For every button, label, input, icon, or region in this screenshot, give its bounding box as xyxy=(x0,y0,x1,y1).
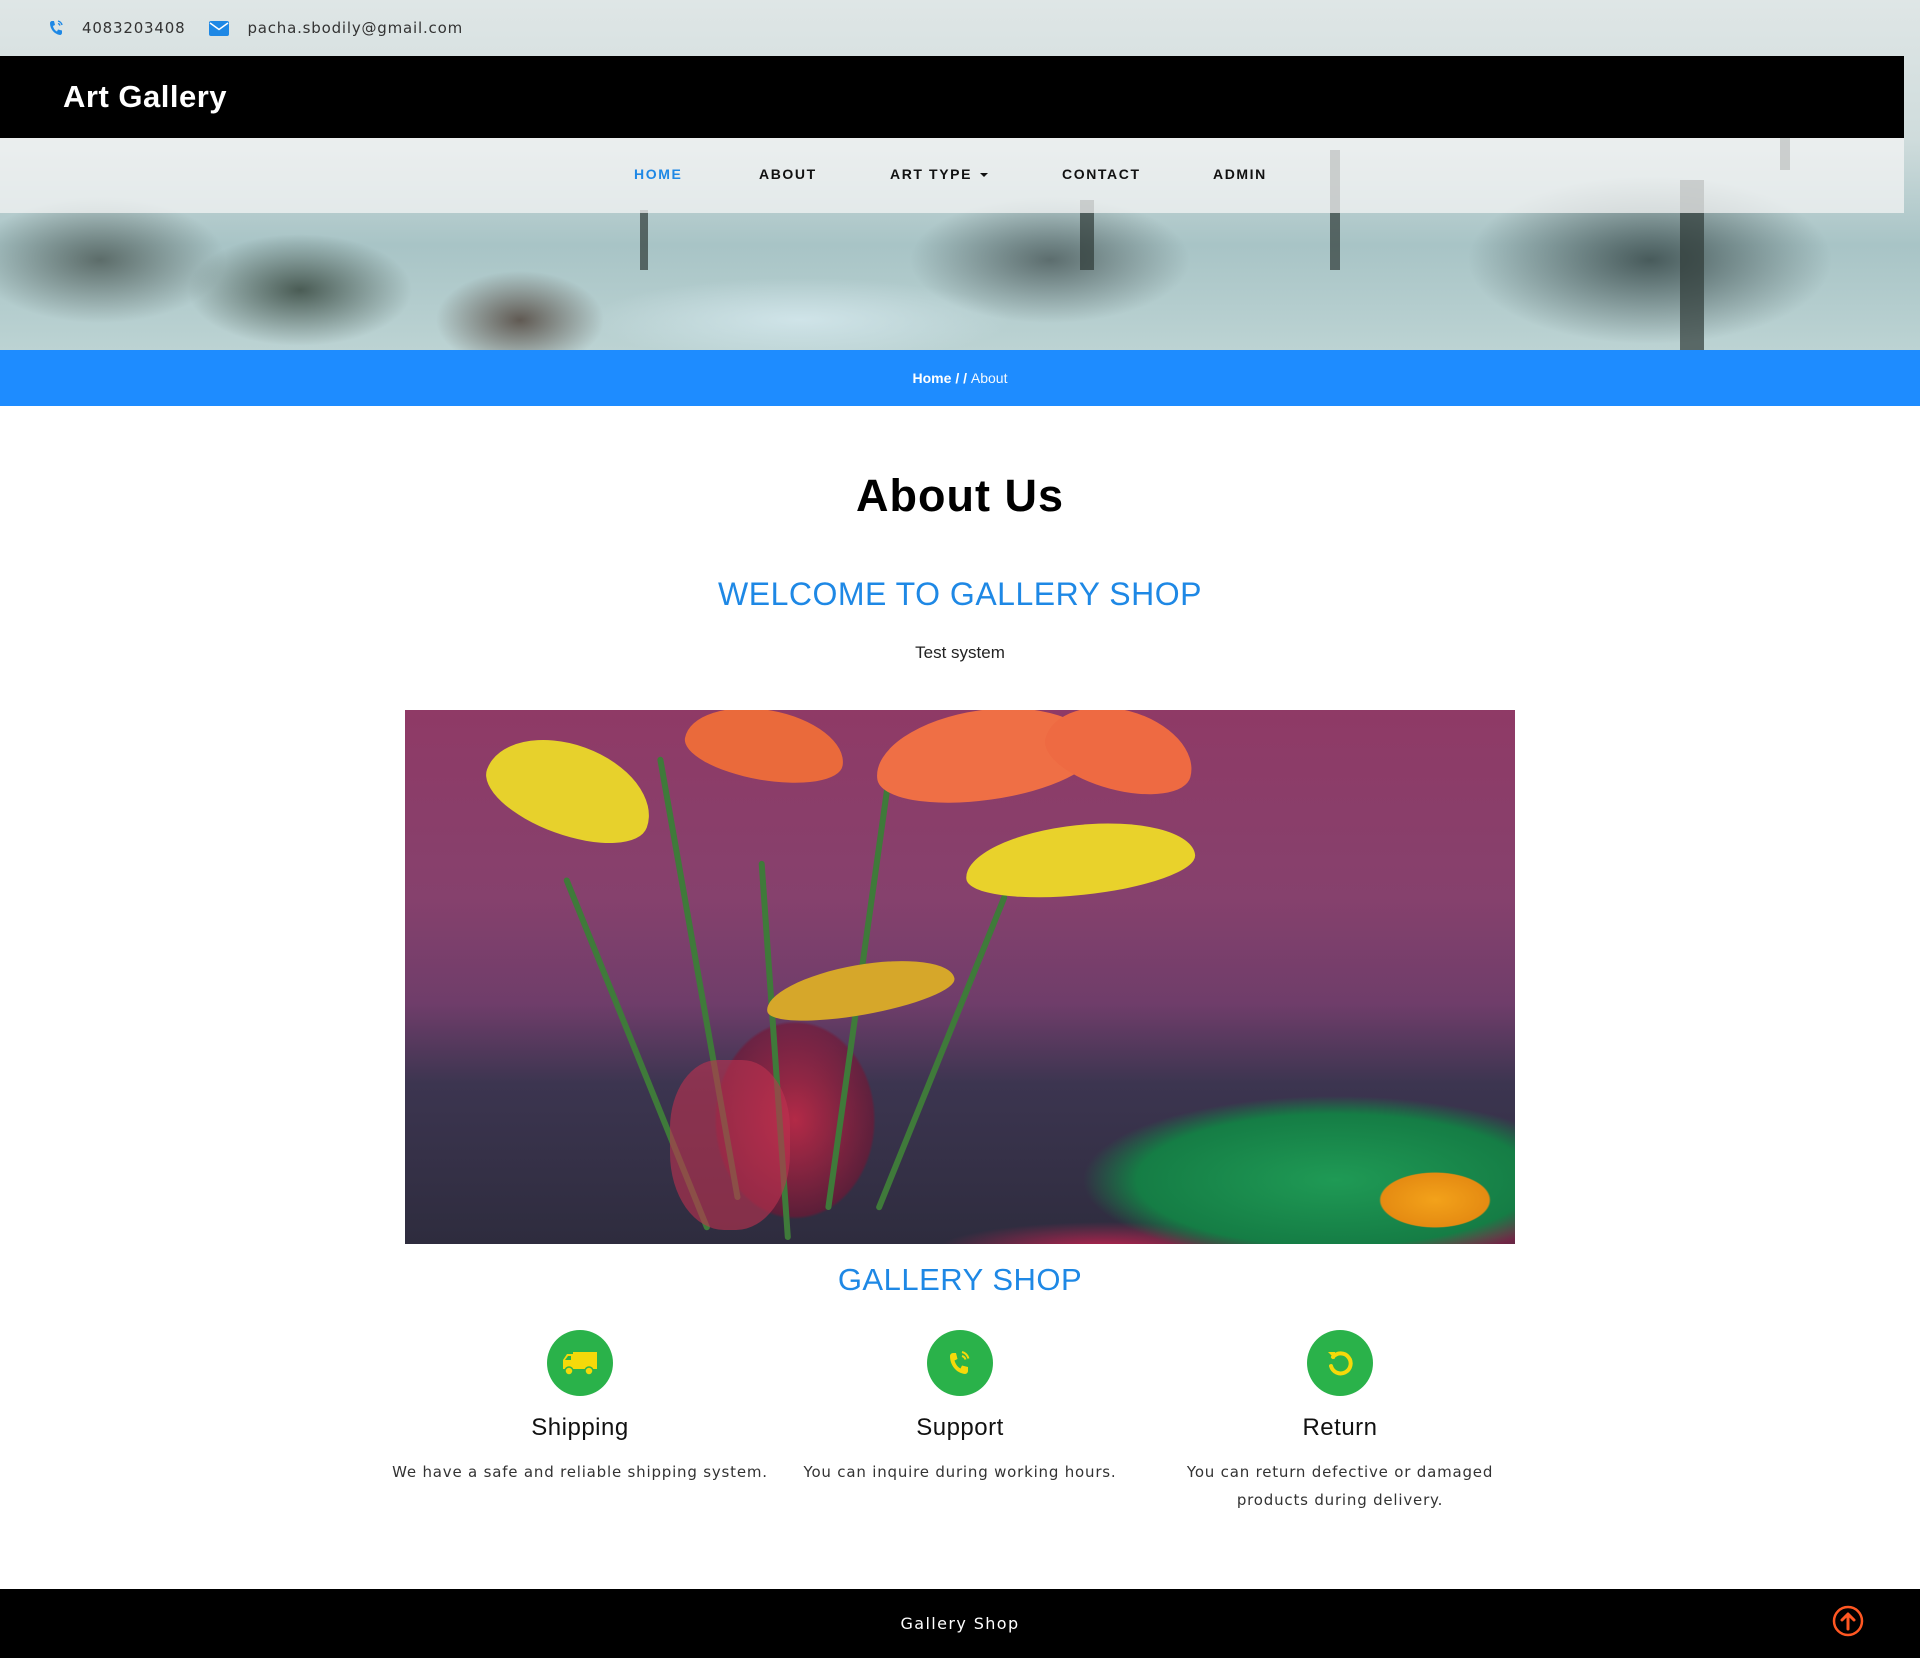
breadcrumb-home[interactable]: Home xyxy=(913,370,952,386)
site-footer: Gallery Shop xyxy=(0,1589,1920,1658)
shipping-icon-badge xyxy=(547,1330,613,1396)
footer-text: Gallery Shop xyxy=(900,1614,1020,1633)
support-icon-badge xyxy=(927,1330,993,1396)
contact-topbar: 4083203408 pacha.sbodily@gmail.com xyxy=(0,0,1920,56)
featured-painting-image xyxy=(405,710,1515,1244)
breadcrumb-current: About xyxy=(970,370,1008,386)
gallery-shop-heading: GALLERY SHOP xyxy=(837,1262,1083,1297)
return-icon-badge xyxy=(1307,1330,1373,1396)
main-navigation: HOME ABOUT ART TYPE CONTACT ADMIN xyxy=(0,138,1904,213)
breadcrumb-separator: / / xyxy=(955,370,967,386)
truck-icon xyxy=(563,1352,597,1376)
undo-icon xyxy=(1328,1351,1353,1376)
phone-icon xyxy=(50,20,63,35)
nav-contact[interactable]: CONTACT xyxy=(1062,138,1141,210)
envelope-icon xyxy=(209,20,230,36)
nav-art-type-label: ART TYPE xyxy=(890,166,973,182)
nav-about[interactable]: ABOUT xyxy=(759,138,817,210)
feature-title: Return xyxy=(1302,1414,1378,1441)
feature-title: Support xyxy=(916,1414,1004,1441)
phone-icon xyxy=(950,1351,970,1374)
brand-header: Art Gallery xyxy=(0,56,1904,138)
site-logo[interactable]: Art Gallery xyxy=(63,56,227,138)
about-description: Test system xyxy=(915,643,1005,662)
feature-support: Support You can inquire during working h… xyxy=(770,1330,1150,1486)
feature-title: Shipping xyxy=(531,1414,629,1441)
feature-return: Return You can return defective or damag… xyxy=(1150,1330,1530,1514)
nav-admin[interactable]: ADMIN xyxy=(1213,138,1267,210)
feature-text: We have a safe and reliable shipping sys… xyxy=(392,1463,768,1481)
welcome-heading: WELCOME TO GALLERY SHOP xyxy=(718,576,1202,612)
nav-home[interactable]: HOME xyxy=(634,138,682,210)
phone-contact[interactable]: 4083203408 xyxy=(48,19,185,37)
page-title: About Us xyxy=(856,470,1064,521)
feature-text: You can inquire during working hours. xyxy=(803,1463,1117,1481)
scroll-to-top-icon[interactable] xyxy=(1832,1605,1864,1637)
feature-shipping: Shipping We have a safe and reliable shi… xyxy=(390,1330,770,1486)
phone-number: 4083203408 xyxy=(82,19,186,37)
caret-down-icon xyxy=(980,173,989,178)
feature-text: You can return defective or damaged prod… xyxy=(1186,1463,1494,1509)
breadcrumb: Home / / About xyxy=(0,350,1920,406)
email-address: pacha.sbodily@gmail.com xyxy=(247,19,463,37)
email-contact[interactable]: pacha.sbodily@gmail.com xyxy=(209,19,463,37)
nav-art-type[interactable]: ART TYPE xyxy=(890,138,989,210)
